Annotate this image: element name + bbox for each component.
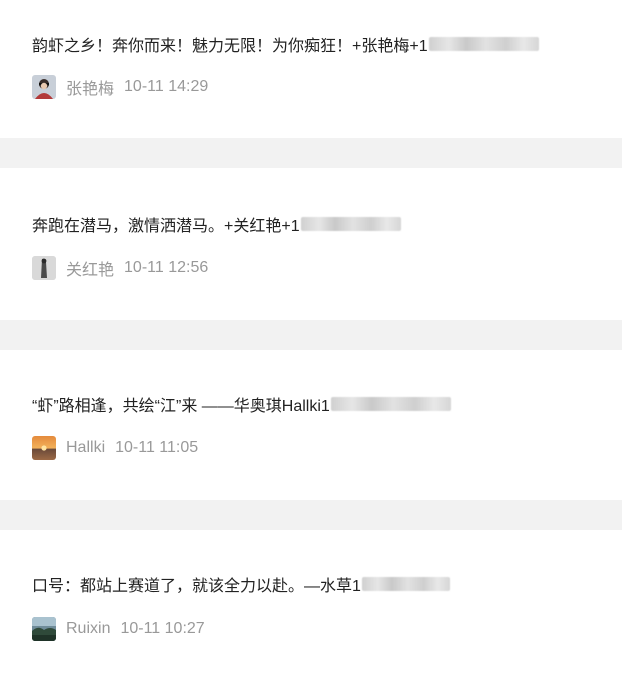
post-title[interactable]: 韵虾之乡！奔你而来！魅力无限！为你痴狂！+张艳梅+1 [32,32,559,56]
author-name[interactable]: Ruixin [66,620,110,638]
post-title-text: 口号：都站上赛道了，就该全力以赴。—水草1 [32,578,361,595]
post-card[interactable]: 奔跑在潜马，激情洒潜马。+关红艳+1 关红艳 10-11 12:56 [0,168,622,320]
redacted-phone [300,217,401,231]
author-name[interactable]: 关红艳 [66,256,114,280]
post-card[interactable]: 口号：都站上赛道了，就该全力以赴。—水草1 Ruixin 10-11 10:27 [0,530,622,682]
redacted-phone [330,397,451,411]
post-meta: Ruixin 10-11 10:27 [32,617,205,641]
post-time: 10-11 10:27 [120,620,205,637]
author-avatar[interactable] [32,436,56,460]
post-meta: 张艳梅 10-11 14:29 [32,75,208,99]
post-title-text: 奔跑在潜马，激情洒潜马。+关红艳+1 [32,218,300,235]
redacted-phone [361,577,450,591]
feed-divider [0,320,622,350]
post-time: 10-11 11:05 [115,439,199,456]
post-title-text: 韵虾之乡！奔你而来！魅力无限！为你痴狂！+张艳梅+1 [32,38,428,55]
post-meta: Hallki 10-11 11:05 [32,436,198,460]
author-avatar[interactable] [32,617,56,641]
post-time: 10-11 14:29 [124,78,209,95]
post-title[interactable]: “虾”路相逢，共绘“江”来 ——华奥琪Hallki1 [32,392,471,416]
post-title-text: “虾”路相逢，共绘“江”来 ——华奥琪Hallki1 [32,398,330,415]
author-name[interactable]: Hallki [66,439,105,457]
feed-divider [0,138,622,168]
post-card[interactable]: “虾”路相逢，共绘“江”来 ——华奥琪Hallki1 Hallki 10-11 … [0,350,622,500]
post-meta: 关红艳 10-11 12:56 [32,256,208,280]
post-title[interactable]: 口号：都站上赛道了，就该全力以赴。—水草1 [32,572,470,596]
post-time: 10-11 12:56 [124,259,209,276]
post-title[interactable]: 奔跑在潜马，激情洒潜马。+关红艳+1 [32,212,421,236]
author-avatar[interactable] [32,256,56,280]
author-name[interactable]: 张艳梅 [66,75,114,99]
post-card[interactable]: 韵虾之乡！奔你而来！魅力无限！为你痴狂！+张艳梅+1 张艳梅 10-11 14:… [0,0,622,138]
feed-divider [0,500,622,530]
redacted-phone [428,37,539,51]
post-feed: 韵虾之乡！奔你而来！魅力无限！为你痴狂！+张艳梅+1 张艳梅 10-11 14:… [0,0,622,682]
author-avatar[interactable] [32,75,56,99]
